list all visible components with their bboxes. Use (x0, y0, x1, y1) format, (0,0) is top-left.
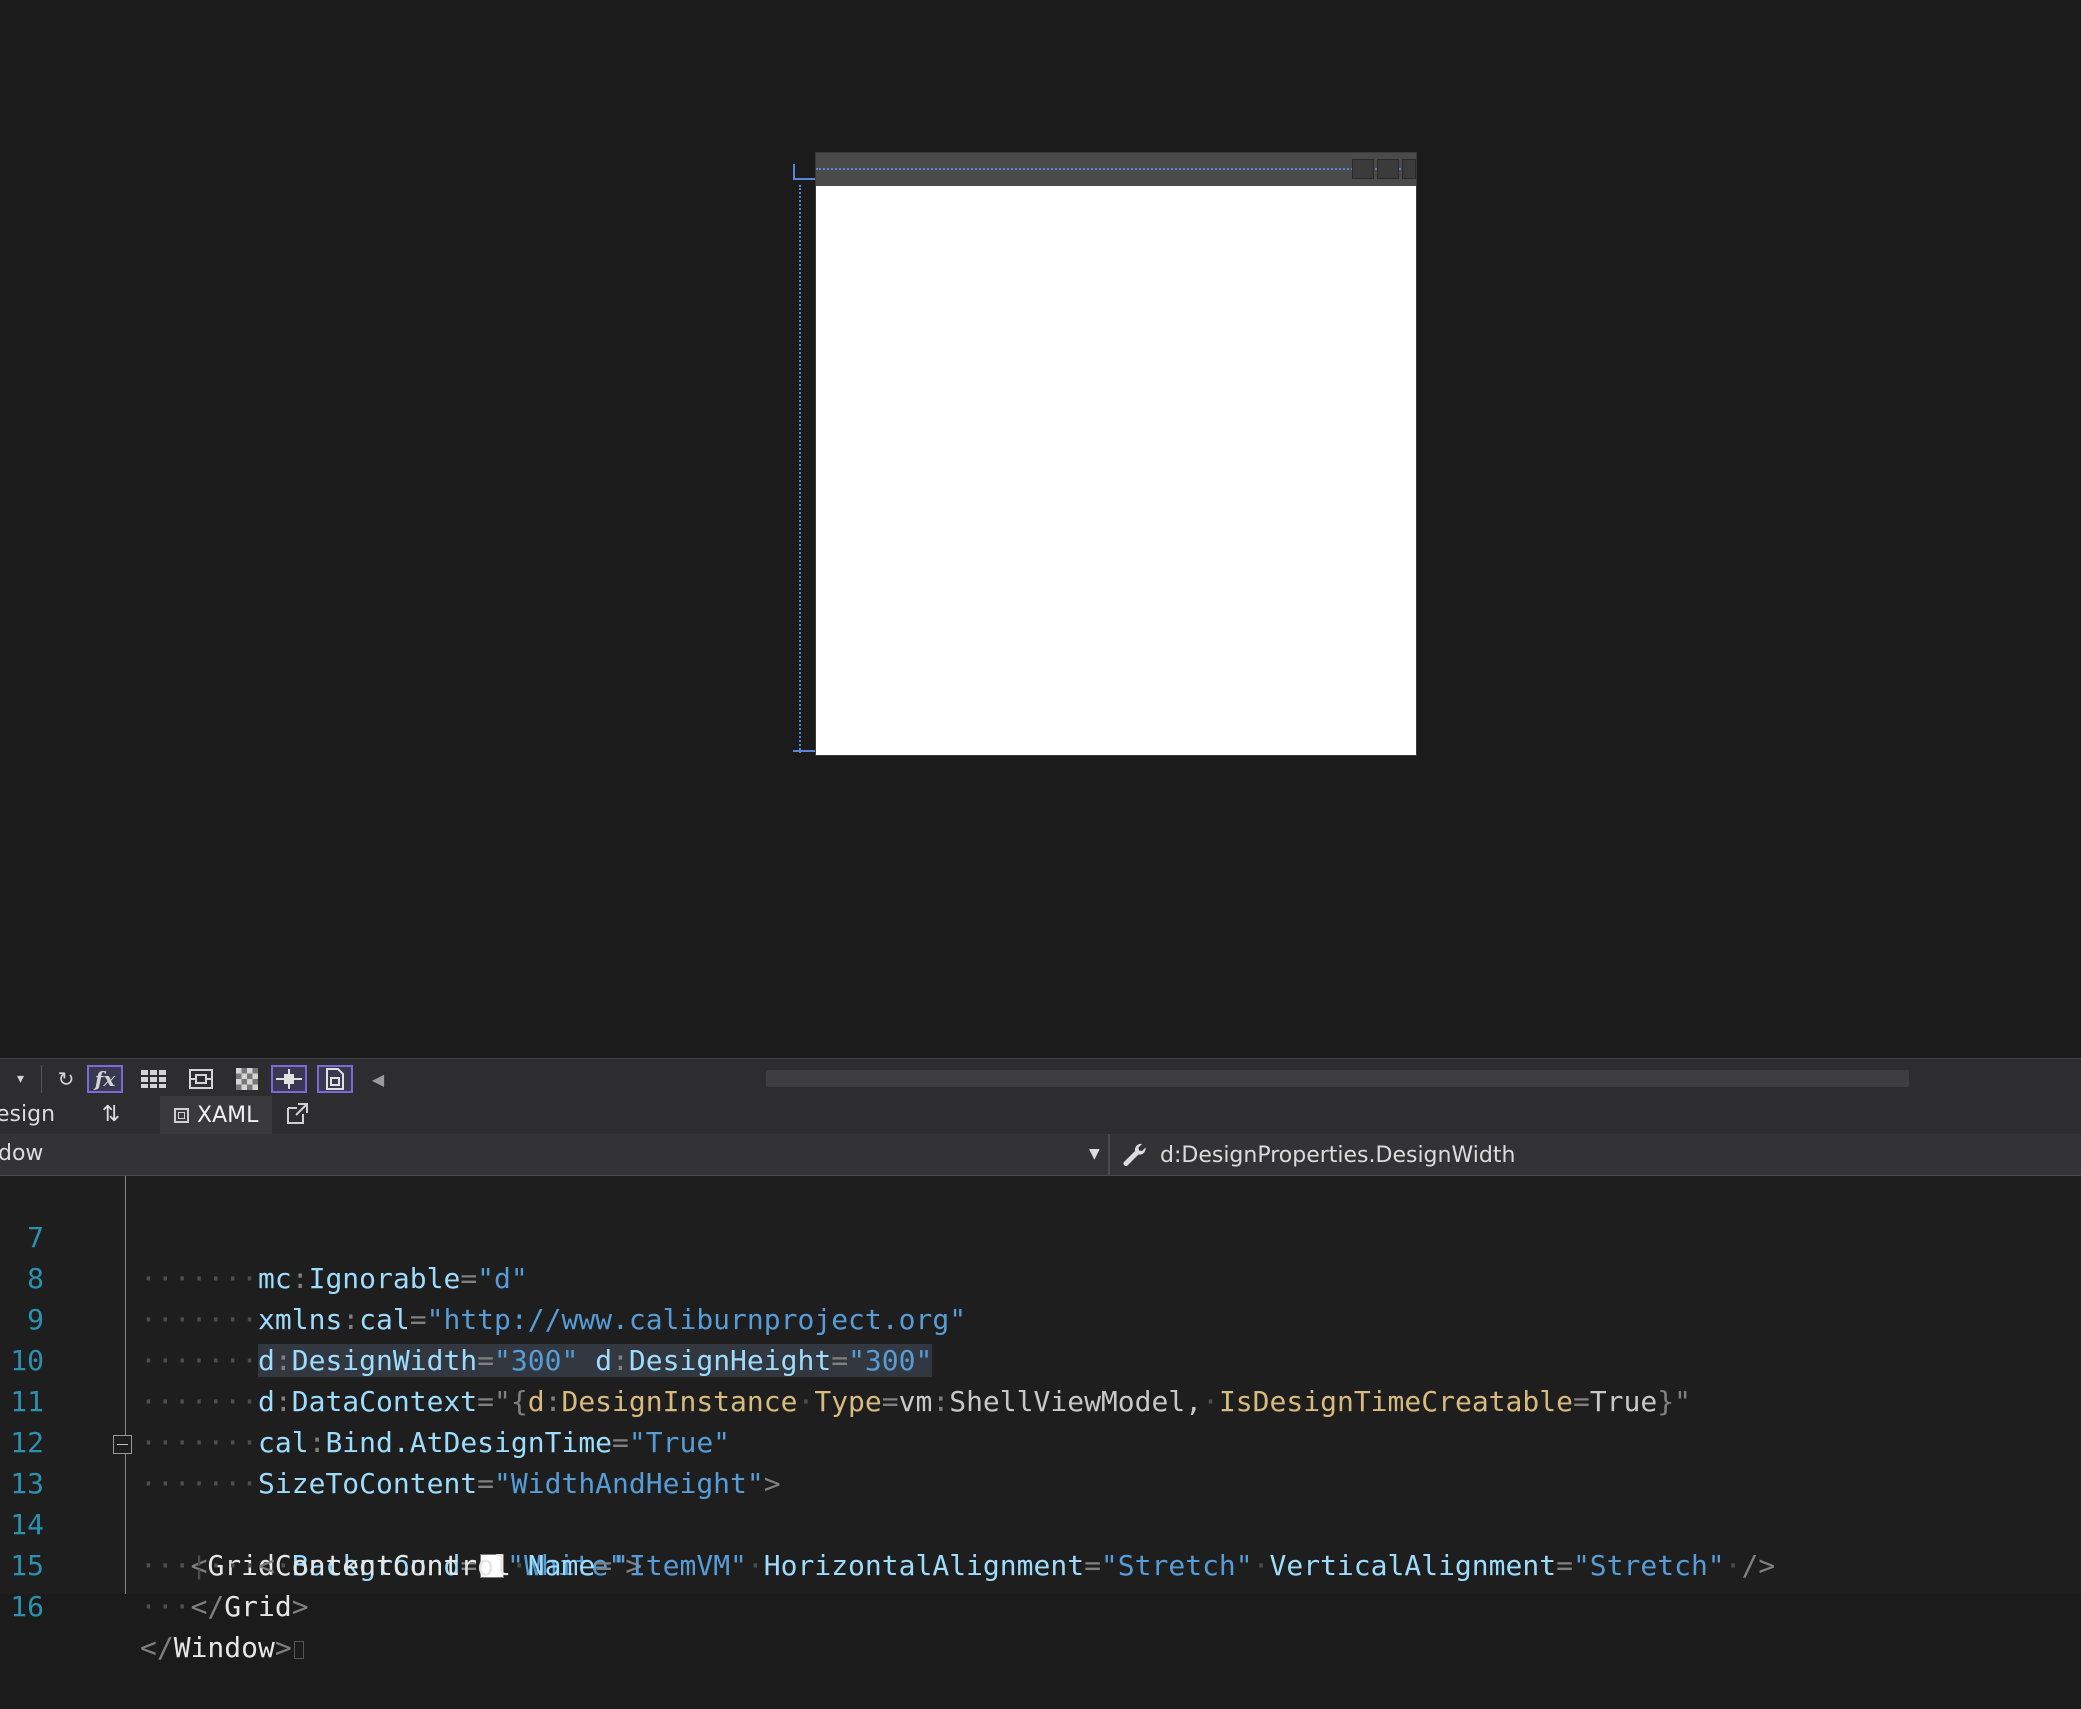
minimize-icon (1352, 159, 1374, 179)
code-line[interactable]: 10 ·······d:DataContext="{d:DesignInstan… (0, 1299, 2081, 1418)
member-value: d:DesignProperties.DesignWidth (1160, 1142, 1516, 1168)
window-title-bar (816, 153, 1416, 186)
designer-toolbar: ▾ ↻ fx ◀ (0, 1058, 2081, 1096)
vertical-ruler-guide (799, 185, 801, 753)
xaml-code-editor[interactable]: 7 ·······mc:Ignorable="d" 8 ·······xmlns… (0, 1176, 2081, 1664)
scroll-left-icon: ◀ (371, 1069, 385, 1089)
element-scope-dropdown[interactable]: dow ▼ (0, 1134, 1110, 1176)
refresh-button[interactable]: ↻ (48, 1065, 84, 1093)
tag-open: </ (140, 1631, 174, 1664)
wrench-icon (1123, 1143, 1146, 1166)
line-number: 16 (10, 1590, 44, 1623)
maximize-icon (1377, 159, 1399, 179)
swap-panes-button[interactable]: ⇅ (96, 1100, 126, 1130)
close-icon (1402, 159, 1416, 179)
refresh-icon: ↻ (57, 1067, 75, 1091)
element-scope-value: dow (0, 1141, 44, 1166)
selection-guide (816, 168, 1416, 170)
popout-icon (287, 1103, 308, 1124)
element-name: Window (173, 1631, 275, 1664)
ruler-top-tick (793, 164, 817, 180)
snap-to-snaplines-button[interactable] (271, 1065, 307, 1093)
project-code-icon (326, 1068, 344, 1090)
checkerboard-background-icon (236, 1068, 258, 1090)
tag-close: > (274, 1631, 292, 1664)
grid-icon (141, 1070, 166, 1088)
chevron-down-icon: ▼ (1089, 1146, 1100, 1162)
code-line[interactable]: 16 </Window> (0, 1545, 2081, 1664)
swap-icon: ⇅ (101, 1102, 121, 1127)
chevron-down-icon: ▾ (16, 1071, 25, 1087)
code-line[interactable]: 13 ···<Grid·Background= "White"> (0, 1422, 2081, 1582)
code-line[interactable]: 15 ···</Grid> (0, 1504, 2081, 1623)
fx-icon: fx (94, 1067, 116, 1091)
window-client-area[interactable] (816, 186, 1416, 755)
snap-to-snaplines-icon (276, 1069, 302, 1089)
tag-open: </ (190, 1590, 225, 1623)
ruler-bottom-tick (793, 750, 815, 752)
code-line[interactable]: 9 ·······d:DesignWidth="300" d:DesignHei… (0, 1258, 2081, 1377)
window-preview[interactable] (816, 153, 1416, 755)
tag-close: > (291, 1590, 309, 1623)
popout-xaml-button[interactable] (283, 1102, 311, 1130)
snap-to-gridlines-button[interactable] (183, 1065, 219, 1093)
code-line[interactable]: 14 ···¦···<ContentControl·Name="ItemVM"·… (0, 1463, 2081, 1582)
snap-to-gridlines-icon (189, 1069, 213, 1089)
navigation-bar: dow ▼ d:DesignProperties.DesignWidth (0, 1134, 2081, 1176)
design-surface[interactable] (0, 0, 2081, 1058)
collapse-toggle[interactable] (113, 1435, 132, 1454)
tab-design-label: esign (0, 1102, 56, 1127)
document-icon (174, 1107, 189, 1123)
tab-xaml-label: XAML (197, 1102, 259, 1128)
code-line[interactable]: 11 ·······cal:Bind.AtDesignTime="True" (0, 1340, 2081, 1459)
scroll-left-button[interactable]: ◀ (368, 1065, 388, 1093)
element-name: Grid (224, 1590, 292, 1623)
end-of-file-marker (293, 1641, 304, 1659)
tab-design[interactable]: esign (0, 1100, 86, 1130)
project-code-toggle-button[interactable] (317, 1065, 353, 1093)
code-line[interactable]: 8 ·······xmlns:cal="http://www.caliburnp… (0, 1217, 2081, 1336)
checkerboard-toggle-button[interactable] (229, 1065, 265, 1093)
view-tab-strip: esign ⇅ XAML (0, 1096, 2081, 1134)
effects-toggle-button[interactable]: fx (87, 1065, 123, 1093)
code-line[interactable]: 7 ·······mc:Ignorable="d" (0, 1176, 2081, 1295)
member-dropdown[interactable]: d:DesignProperties.DesignWidth (1120, 1134, 1515, 1176)
grid-toggle-button[interactable] (136, 1065, 172, 1093)
horizontal-scrollbar-thumb[interactable] (766, 1070, 1909, 1087)
zoom-dropdown-button[interactable]: ▾ (0, 1065, 42, 1093)
tab-xaml[interactable]: XAML (160, 1096, 272, 1134)
code-line[interactable]: 12 ·······SizeToContent="WidthAndHeight"… (0, 1381, 2081, 1500)
